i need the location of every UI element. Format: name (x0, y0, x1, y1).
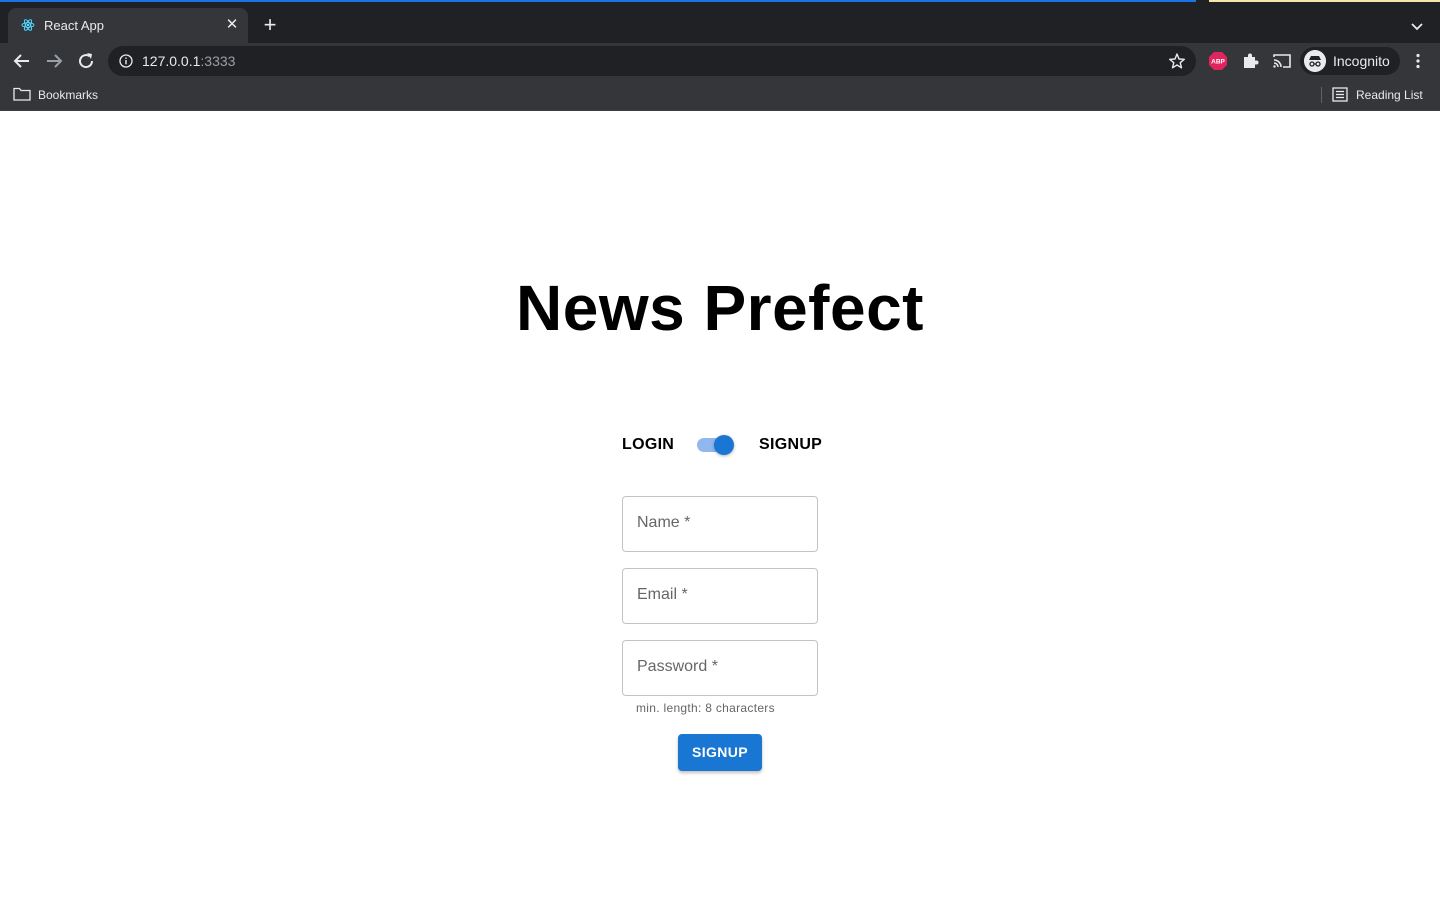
new-tab-button[interactable]: + (258, 14, 282, 38)
password-field-label: Password * (637, 658, 718, 675)
folder-icon[interactable] (13, 87, 31, 101)
signup-submit-button[interactable]: SIGNUP (678, 734, 762, 771)
back-arrow-icon[interactable] (10, 49, 34, 73)
loading-bar (0, 0, 1196, 2)
switch-thumb[interactable] (714, 435, 734, 455)
bookmark-star-icon[interactable] (1168, 52, 1186, 70)
bookmarks-divider (1321, 87, 1322, 103)
incognito-profile-button[interactable]: Incognito (1300, 47, 1400, 75)
login-signup-switch[interactable] (697, 435, 735, 455)
bookmarks-folder-link[interactable]: Bookmarks (38, 88, 98, 102)
browser-tab[interactable]: React App ✕ (8, 8, 248, 43)
bookmarks-bar: Bookmarks Reading List (0, 79, 1440, 111)
incognito-icon (1304, 50, 1326, 72)
loading-bar-end (1209, 0, 1440, 2)
url-port: :3333 (200, 53, 236, 69)
auth-mode-toggle: LOGIN SIGNUP (0, 431, 1440, 459)
browser-toolbar: 127.0.0.1:3333 ABP Incognito (0, 43, 1440, 79)
url-host: 127.0.0.1 (142, 53, 201, 69)
tab-search-chevron-icon[interactable] (1406, 16, 1428, 36)
cast-icon[interactable] (1272, 51, 1292, 71)
email-field-label: Email * (637, 586, 688, 603)
login-label[interactable]: LOGIN (622, 436, 674, 454)
tab-strip: React App ✕ + (0, 0, 1440, 43)
name-field[interactable]: Name * (622, 496, 818, 552)
adblock-plus-icon[interactable]: ABP (1208, 51, 1228, 71)
browser-menu-kebab-icon[interactable] (1408, 51, 1428, 71)
name-field-label: Name * (637, 514, 691, 531)
password-helper-text: min. length: 8 characters (636, 701, 775, 715)
site-info-icon[interactable] (119, 54, 133, 68)
app-page: News Prefect LOGIN SIGNUP Name * Email *… (0, 111, 1440, 901)
forward-arrow-icon[interactable] (42, 49, 66, 73)
tab-close-icon[interactable]: ✕ (222, 15, 242, 35)
reading-list-link[interactable]: Reading List (1356, 88, 1423, 102)
email-field[interactable]: Email * (622, 568, 818, 624)
reading-list-icon[interactable] (1332, 87, 1348, 102)
password-field[interactable]: Password * (622, 640, 818, 696)
incognito-label: Incognito (1333, 53, 1390, 69)
address-bar[interactable]: 127.0.0.1:3333 (108, 46, 1196, 76)
extensions-puzzle-icon[interactable] (1240, 51, 1260, 71)
reload-icon[interactable] (74, 49, 98, 73)
tab-title: React App (44, 18, 104, 33)
signup-label[interactable]: SIGNUP (759, 436, 822, 454)
svg-text:ABP: ABP (1211, 59, 1225, 66)
page-title: News Prefect (516, 272, 924, 344)
react-logo-icon (20, 17, 36, 33)
url-text: 127.0.0.1:3333 (142, 53, 235, 69)
browser-chrome: React App ✕ + 127.0.0.1:3333 ABP Incogni… (0, 0, 1440, 111)
